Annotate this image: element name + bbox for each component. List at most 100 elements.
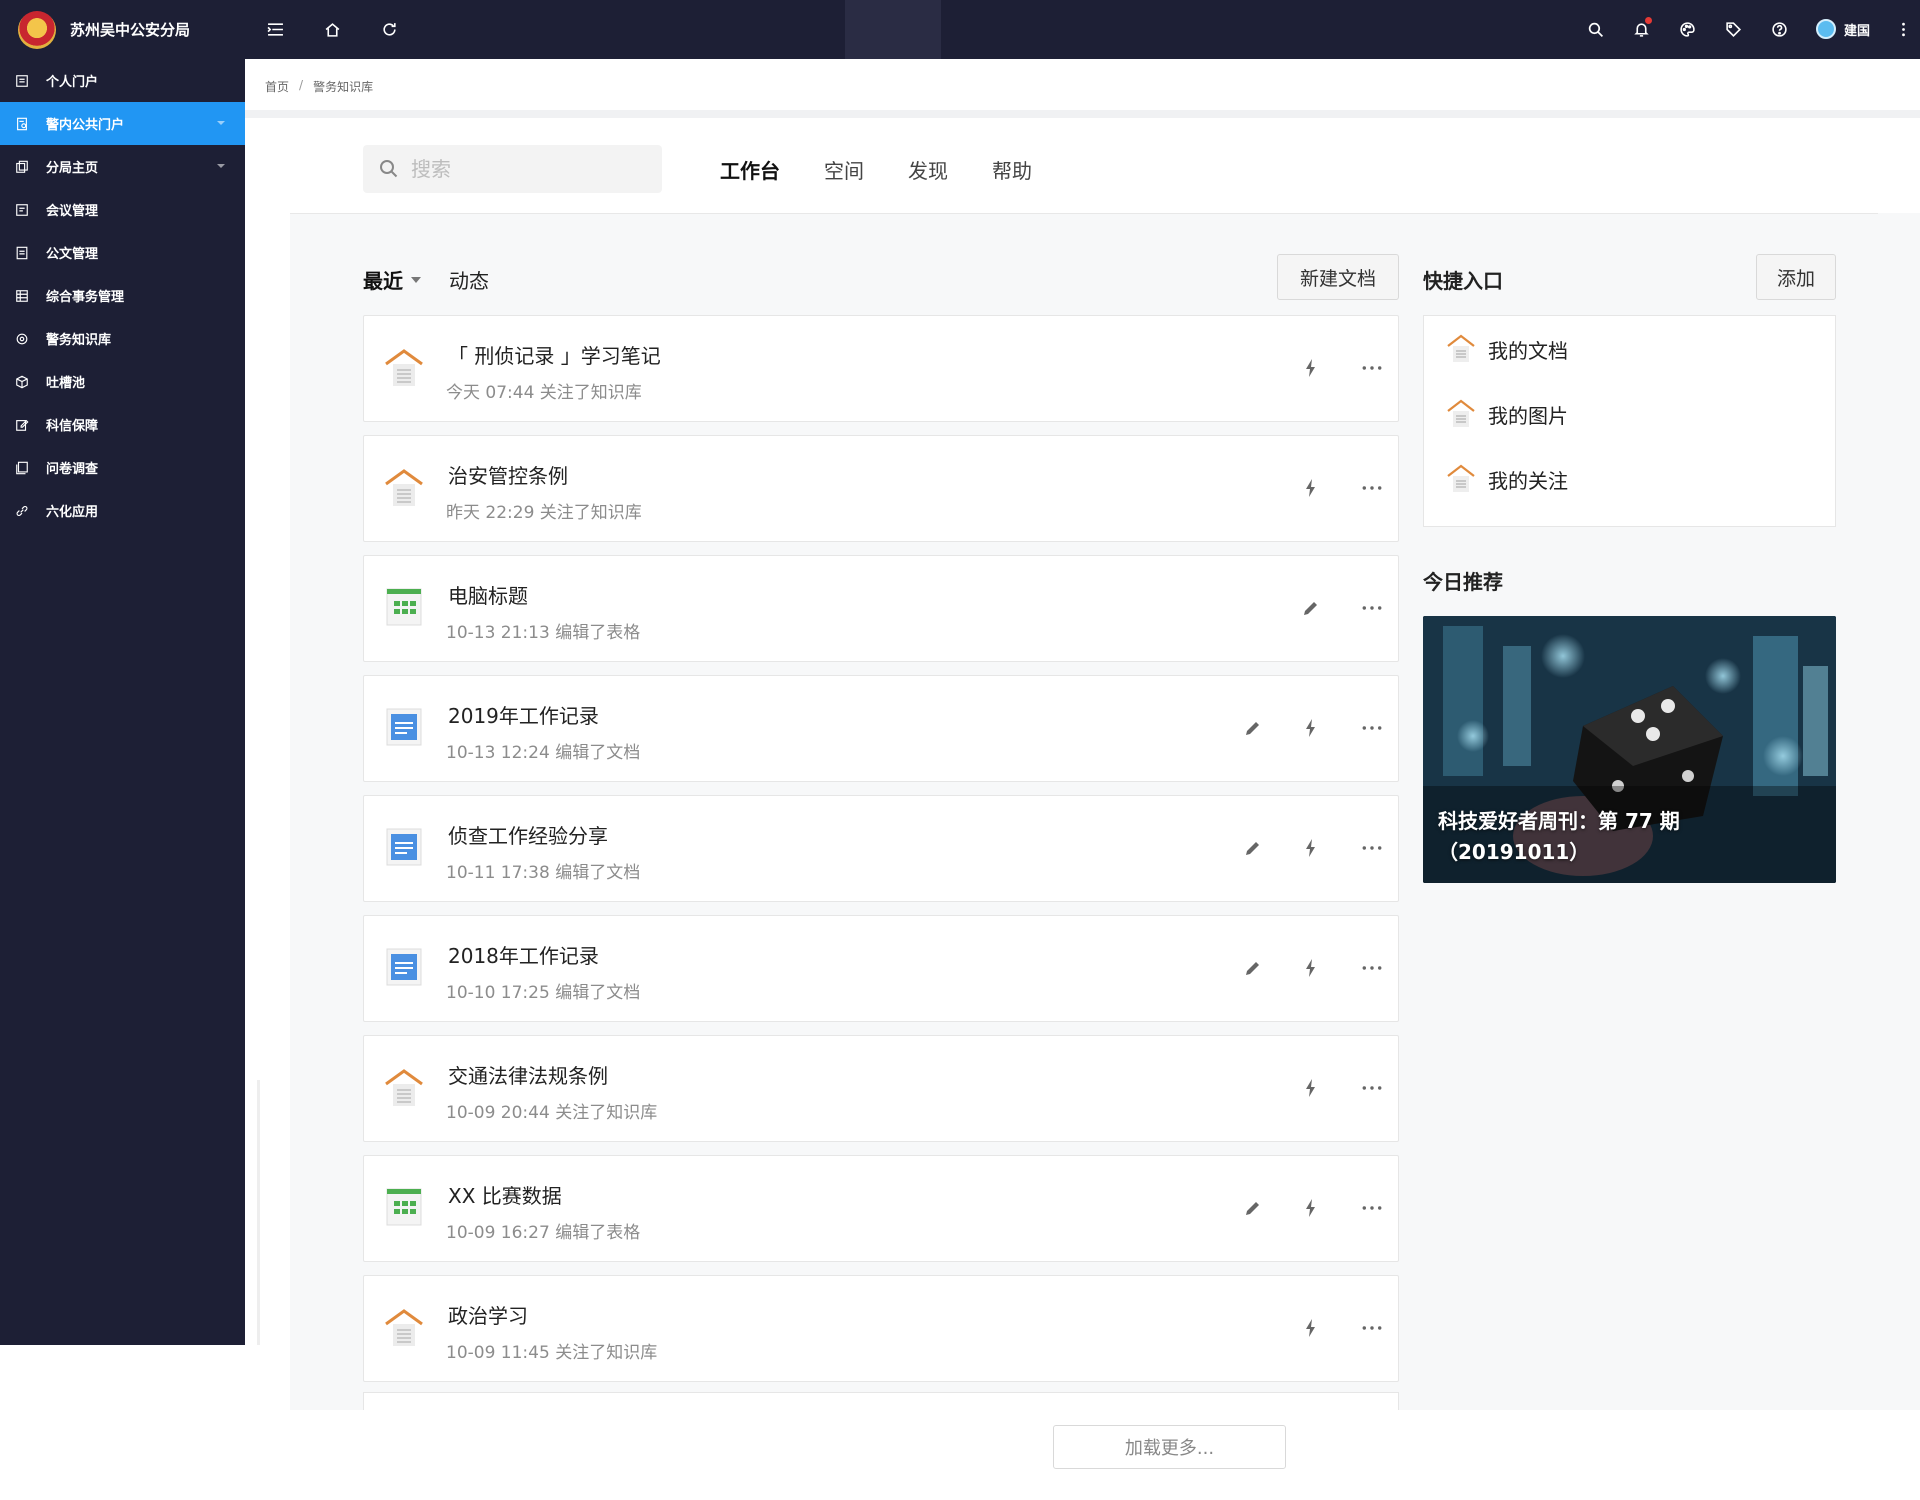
- tab-help[interactable]: 帮助: [992, 155, 1032, 184]
- recommend-caption-line2: （20191011）: [1438, 840, 1590, 864]
- tab-workbench[interactable]: 工作台: [720, 155, 780, 184]
- home-icon[interactable]: [322, 19, 342, 39]
- more-vertical-icon[interactable]: [1893, 19, 1913, 39]
- flash-icon[interactable]: [1299, 356, 1323, 380]
- edit-pencil-icon[interactable]: [1241, 836, 1265, 860]
- document-icon: [384, 706, 424, 748]
- more-horizontal-icon[interactable]: [1360, 836, 1384, 860]
- sidebar-item-label: 会议管理: [46, 204, 99, 219]
- flash-icon[interactable]: [1299, 1196, 1323, 1220]
- chevron-down-icon[interactable]: [217, 121, 225, 125]
- more-horizontal-icon[interactable]: [1360, 356, 1384, 380]
- search-icon[interactable]: [1585, 19, 1605, 39]
- header-underline: [290, 213, 1878, 214]
- tab-space[interactable]: 空间: [824, 155, 864, 184]
- flash-icon[interactable]: [1299, 956, 1323, 980]
- document-card[interactable]: 电脑标题 10-13 21:13 编辑了表格: [363, 555, 1399, 662]
- sidebar-item[interactable]: 分局主页: [0, 145, 245, 188]
- document-card[interactable]: 政治学习 10-09 11:45 关注了知识库: [363, 1275, 1399, 1382]
- flash-icon[interactable]: [1299, 1316, 1323, 1340]
- flash-icon[interactable]: [1299, 836, 1323, 860]
- quick-item-label: 我的关注: [1488, 468, 1568, 493]
- sidebar-nav: 个人门户警内公共门户分局主页会议管理公文管理 综合事务管理 警务知识库 吐槽池科信保障…: [0, 59, 245, 532]
- edit-pencil-icon[interactable]: [1241, 956, 1265, 980]
- user-name[interactable]: 建国: [1844, 20, 1870, 39]
- add-quick-entry-button[interactable]: 添加: [1756, 254, 1836, 300]
- help-icon[interactable]: [1769, 19, 1789, 39]
- flash-icon[interactable]: [1299, 716, 1323, 740]
- sidebar-item[interactable]: 警务知识库: [0, 317, 245, 360]
- search-input[interactable]: [411, 157, 611, 181]
- document-card[interactable]: 侦查工作经验分享 10-11 17:38 编辑了文档: [363, 795, 1399, 902]
- document-icon: [384, 826, 424, 868]
- edit-pencil-icon[interactable]: [1241, 716, 1265, 740]
- document-title[interactable]: 2019年工作记录: [448, 700, 599, 729]
- document-title[interactable]: 交通法律法规条例: [448, 1060, 608, 1089]
- edit-pencil-icon[interactable]: [1241, 1196, 1265, 1220]
- police-badge-logo: [18, 10, 56, 49]
- more-horizontal-icon[interactable]: [1360, 716, 1384, 740]
- recent-tab[interactable]: 最近: [363, 265, 421, 294]
- recommend-card[interactable]: 科技爱好者周刊：第 77 期 （20191011）: [1423, 616, 1836, 883]
- quick-entry-panel: 我的文档 我的图片 我的关注: [1423, 315, 1836, 527]
- more-horizontal-icon[interactable]: [1360, 956, 1384, 980]
- breadcrumb-home[interactable]: 首页: [265, 78, 289, 95]
- affairs-icon: [15, 289, 29, 303]
- flash-icon[interactable]: [1299, 1076, 1323, 1100]
- sidebar-item[interactable]: 个人门户: [0, 59, 245, 102]
- sidebar-item[interactable]: 会议管理: [0, 188, 245, 231]
- tab-discover[interactable]: 发现: [908, 155, 948, 184]
- document-title[interactable]: 治安管控条例: [448, 460, 568, 489]
- document-card[interactable]: 「 刑侦记录 」学习笔记今天 07:44 关注了知识库: [363, 315, 1399, 422]
- document-title[interactable]: 「 刑侦记录 」学习笔记: [448, 340, 661, 369]
- tag-icon[interactable]: [1723, 19, 1743, 39]
- document-card[interactable]: 2018年工作记录 10-10 17:25 编辑了文档: [363, 915, 1399, 1022]
- notification-bell-icon[interactable]: [1631, 17, 1652, 39]
- refresh-icon[interactable]: [379, 19, 399, 39]
- search-box[interactable]: [363, 145, 662, 193]
- user-avatar[interactable]: [1816, 19, 1836, 39]
- meeting-icon: [15, 203, 29, 217]
- document-title[interactable]: 电脑标题: [448, 580, 528, 609]
- theme-palette-icon[interactable]: [1677, 19, 1697, 39]
- document-card[interactable]: XX 比赛数据 10-09 16:27 编辑了表格: [363, 1155, 1399, 1262]
- more-horizontal-icon[interactable]: [1360, 596, 1384, 620]
- quick-item-my-images[interactable]: 我的图片: [1446, 398, 1568, 430]
- document-card[interactable]: 交通法律法规条例 10-09 20:44 关注了知识库: [363, 1035, 1399, 1142]
- activity-tab[interactable]: 动态: [449, 265, 489, 294]
- sidebar-item[interactable]: 问卷调查: [0, 446, 245, 489]
- document-card[interactable]: 2019年工作记录 10-13 12:24 编辑了文档: [363, 675, 1399, 782]
- sidebar-item[interactable]: 综合事务管理: [0, 274, 245, 317]
- sidebar-item-label: 科信保障: [46, 419, 99, 434]
- portal-icon: [15, 74, 29, 88]
- menu-toggle-icon[interactable]: [265, 19, 285, 39]
- recommend-caption: 科技爱好者周刊：第 77 期 （20191011）: [1438, 806, 1680, 868]
- edit-pencil-icon[interactable]: [1299, 596, 1323, 620]
- load-more-button[interactable]: 加载更多...: [1053, 1425, 1286, 1469]
- more-horizontal-icon[interactable]: [1360, 1076, 1384, 1100]
- sidebar-item[interactable]: 警内公共门户: [0, 102, 245, 145]
- document-title[interactable]: 2018年工作记录: [448, 940, 599, 969]
- scroll-edge: [257, 1080, 260, 1345]
- chevron-down-icon: [411, 276, 421, 283]
- chevron-down-icon[interactable]: [217, 164, 225, 168]
- document-title[interactable]: 侦查工作经验分享: [448, 820, 608, 849]
- more-horizontal-icon[interactable]: [1360, 1196, 1384, 1220]
- quick-item-my-docs[interactable]: 我的文档: [1446, 333, 1568, 365]
- sidebar-item-label: 警内公共门户: [46, 118, 125, 133]
- document-meta: 10-10 17:25 编辑了文档: [446, 983, 641, 1003]
- quick-item-my-follows[interactable]: 我的关注: [1446, 463, 1568, 495]
- sidebar-item[interactable]: 公文管理: [0, 231, 245, 274]
- flash-icon[interactable]: [1299, 476, 1323, 500]
- sidebar-item[interactable]: 六化应用: [0, 489, 245, 532]
- more-horizontal-icon[interactable]: [1360, 1316, 1384, 1340]
- sidebar-item[interactable]: 科信保障: [0, 403, 245, 446]
- document-meta: 今天 07:44 关注了知识库: [446, 383, 642, 403]
- sidebar-item[interactable]: 吐槽池: [0, 360, 245, 403]
- new-document-button[interactable]: 新建文档: [1277, 254, 1399, 300]
- more-horizontal-icon[interactable]: [1360, 476, 1384, 500]
- document-title[interactable]: 政治学习: [448, 1300, 528, 1329]
- document-card[interactable]: 治安管控条例 昨天 22:29 关注了知识库: [363, 435, 1399, 542]
- library-icon: [384, 1306, 424, 1348]
- document-title[interactable]: XX 比赛数据: [448, 1180, 562, 1209]
